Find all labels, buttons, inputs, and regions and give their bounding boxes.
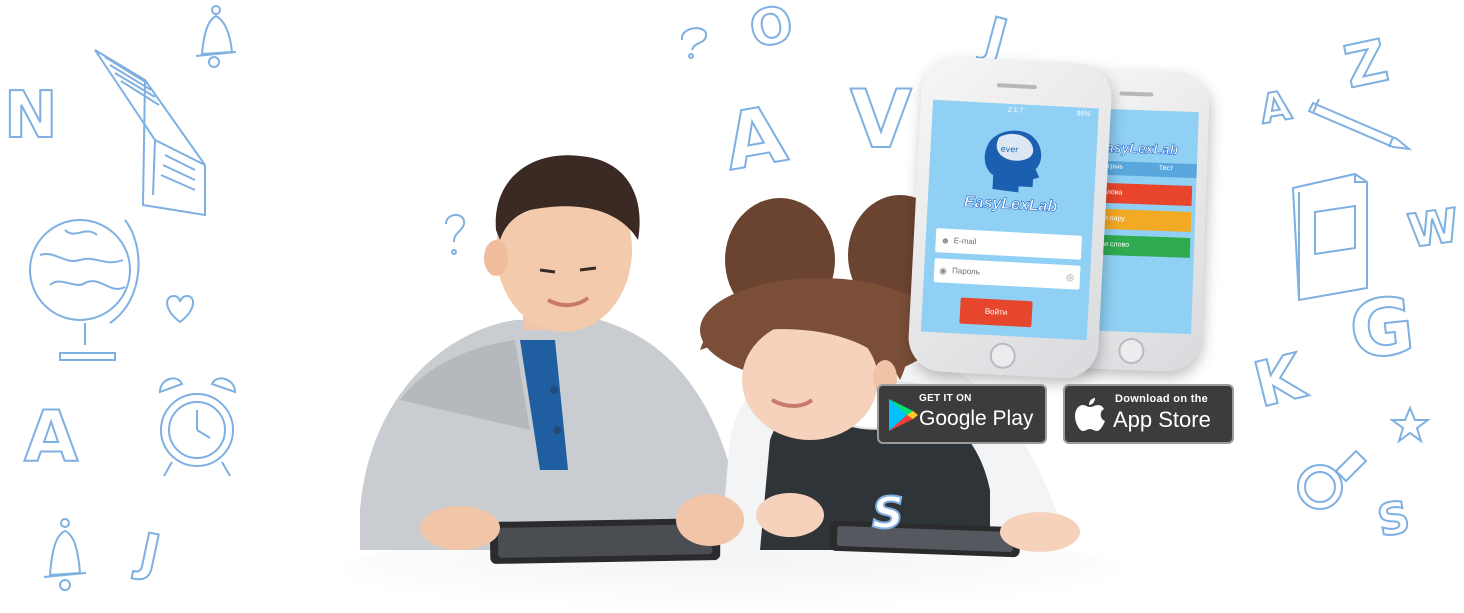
password-placeholder: Пароль [951, 266, 981, 277]
email-placeholder: E-mail [953, 236, 977, 247]
doodle-letter-a: A [23, 396, 79, 478]
doodle-letter-o: O [743, 0, 799, 61]
badge-small-text: GET IT ON [919, 393, 972, 404]
app-name: EasyLexLab [963, 193, 1058, 216]
bell-icon [43, 518, 87, 591]
badge-small-text: Download on the [1115, 393, 1209, 405]
doodle-letter-a: A [1255, 82, 1295, 135]
doodle-letter-j: J [133, 522, 166, 587]
user-icon: ☻ [940, 235, 951, 246]
badge-big-text: Google Play [919, 407, 1034, 430]
hero-banner: N A J A V O J Z A W K G S S EasyLexLab И… [0, 0, 1464, 613]
phones-mockup: EasyLexLab Игрыь Тест ...чи слова Найди … [906, 55, 1215, 380]
google-play-badge[interactable]: GET IT ON Google Play [877, 384, 1047, 444]
status-battery: 96% [1076, 110, 1091, 119]
head-logo-icon: ever [984, 130, 1042, 193]
svg-text:ever: ever [1000, 144, 1019, 154]
app-store-badge[interactable]: Download on the App Store [1063, 384, 1234, 444]
home-button [989, 342, 1017, 370]
tab-test[interactable]: Тест [1159, 165, 1174, 173]
doodle-letter-z: Z [1337, 25, 1394, 102]
magnifier-icon [1297, 449, 1368, 510]
email-field[interactable]: ☻ E-mail [935, 228, 1083, 260]
status-bar: 2:1:7 96% [932, 100, 1099, 123]
heart-icon [166, 294, 194, 324]
password-field[interactable]: ◉ Пароль ◎ [933, 258, 1081, 290]
eye-icon[interactable]: ◎ [1065, 265, 1074, 289]
pencil-icon [1307, 98, 1413, 151]
star-icon [1390, 405, 1430, 444]
login-button[interactable]: Войти [959, 297, 1033, 328]
alarm-clock-icon [158, 377, 237, 477]
phone-speaker [1119, 91, 1154, 97]
notebook-icon [1291, 172, 1368, 302]
doodle-letter-n: N [3, 79, 59, 153]
phone-front-screen: 2:1:7 96% ever EasyLexLab ☻ E-mail ◉ Пар… [920, 99, 1099, 341]
status-time: 2:1:7 [1007, 106, 1024, 115]
bell-icon [195, 5, 237, 68]
doodle-letter-k: K [1246, 338, 1312, 422]
globe-icon [29, 219, 140, 361]
doodle-letter-w: W [1403, 197, 1463, 260]
phone-speaker [996, 83, 1037, 90]
phone-front: 2:1:7 96% ever EasyLexLab ☻ E-mail ◉ Пар… [906, 55, 1114, 380]
lock-icon: ◉ [938, 265, 948, 276]
google-play-icon [889, 399, 918, 431]
doodle-letter-s: S [1373, 491, 1415, 549]
question-mark-icon [681, 27, 707, 59]
doodle-letter-s: S [871, 488, 905, 539]
home-button [1117, 337, 1145, 365]
apple-icon [1075, 398, 1105, 431]
badge-big-text: App Store [1113, 407, 1211, 432]
